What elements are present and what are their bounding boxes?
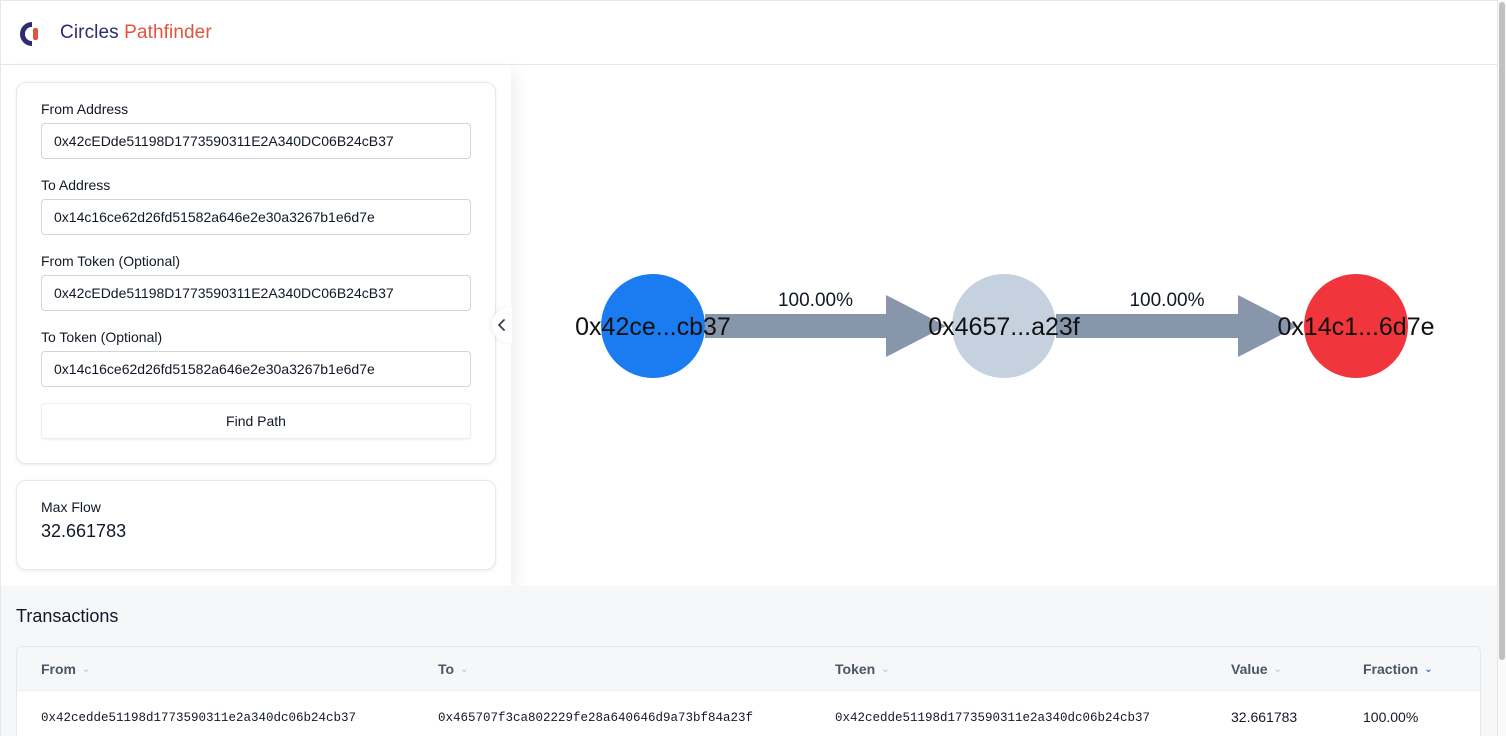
find-path-button[interactable]: Find Path (41, 403, 471, 439)
to-address-label: To Address (41, 177, 111, 193)
flow-graph: 100.00% 100.00% 0x42ce...cb37 0x4657...a23f… (511, 65, 1497, 586)
chevron-down-icon: ⌄ (881, 663, 890, 675)
chevron-down-icon: ⌄ (460, 663, 469, 675)
transactions-title: Transactions (16, 606, 119, 626)
column-header-from[interactable]: From ⌄ (41, 661, 90, 677)
column-header-label: From (41, 661, 76, 677)
column-header-value[interactable]: Value ⌄ (1231, 661, 1282, 677)
column-header-label: Value (1231, 661, 1268, 677)
to-token-label: To Token (Optional) (41, 329, 163, 345)
table-header: From ⌄ To ⌄ Token ⌄ Value ⌄ Fraction ⌄ (17, 647, 1480, 691)
cell-from: 0x42cedde51198d1773590311e2a340dc06b24cb… (41, 711, 357, 725)
chevron-down-icon: ⌄ (1273, 663, 1282, 675)
flow-graph-canvas[interactable]: 100.00% 100.00% 0x42ce...cb37 0x4657...a23f… (511, 65, 1497, 586)
transactions-table: From ⌄ To ⌄ Token ⌄ Value ⌄ Fraction ⌄ 0… (16, 646, 1481, 736)
from-address-label: From Address (41, 101, 129, 117)
column-header-to[interactable]: To ⌄ (438, 661, 468, 677)
column-header-token[interactable]: Token ⌄ (835, 661, 890, 677)
cell-token: 0x42cedde51198d1773590311e2a340dc06b24cb… (835, 711, 1151, 725)
circles-logo-icon (20, 22, 38, 46)
app-header: Circles Pathfinder (1, 1, 1497, 65)
app-window: Circles Pathfinder From Address To Addre… (0, 0, 1497, 736)
chevron-left-icon (498, 319, 505, 331)
path-form-card: From Address To Address From Token (Opti… (16, 82, 496, 464)
cell-to: 0x465707f3ca802229fe28a640646d9a73bf84a2… (438, 711, 754, 725)
column-header-label: To (438, 661, 455, 677)
chevron-down-icon: ⌄ (82, 663, 91, 675)
cell-fraction: 100.00% (1363, 709, 1419, 725)
from-token-label: From Token (Optional) (41, 253, 181, 269)
to-token-input[interactable] (41, 351, 471, 387)
flow-edge-label: 100.00% (778, 290, 853, 311)
to-address-input[interactable] (41, 199, 471, 235)
left-panel: From Address To Address From Token (Opti… (1, 65, 511, 586)
flow-edge-label: 100.00% (1129, 290, 1204, 311)
max-flow-value: 32.661783 (41, 521, 127, 541)
sort-descending-icon: ⌄ (1424, 663, 1433, 675)
app-title: Circles Pathfinder (60, 22, 212, 44)
app-title-pathfinder: Pathfinder (124, 22, 212, 43)
column-header-label: Fraction (1363, 661, 1419, 677)
flow-node-label: 0x14c1...6d7e (1277, 313, 1434, 341)
app-title-circles: Circles (60, 22, 119, 43)
page-scrollbar[interactable] (1497, 0, 1506, 736)
from-token-input[interactable] (41, 275, 471, 311)
column-header-label: Token (835, 661, 876, 677)
from-address-input[interactable] (41, 123, 471, 159)
scrollbar-thumb[interactable] (1499, 2, 1505, 660)
transactions-section: Transactions From ⌄ To ⌄ Token ⌄ Value ⌄ (1, 586, 1497, 736)
flow-node-label: 0x4657...a23f (928, 313, 1080, 341)
flow-node-label: 0x42ce...cb37 (575, 313, 731, 341)
max-flow-card: Max Flow 32.661783 (16, 480, 496, 570)
cell-value: 32.661783 (1231, 709, 1298, 725)
column-header-fraction[interactable]: Fraction ⌄ (1363, 661, 1433, 677)
max-flow-label: Max Flow (41, 499, 101, 515)
